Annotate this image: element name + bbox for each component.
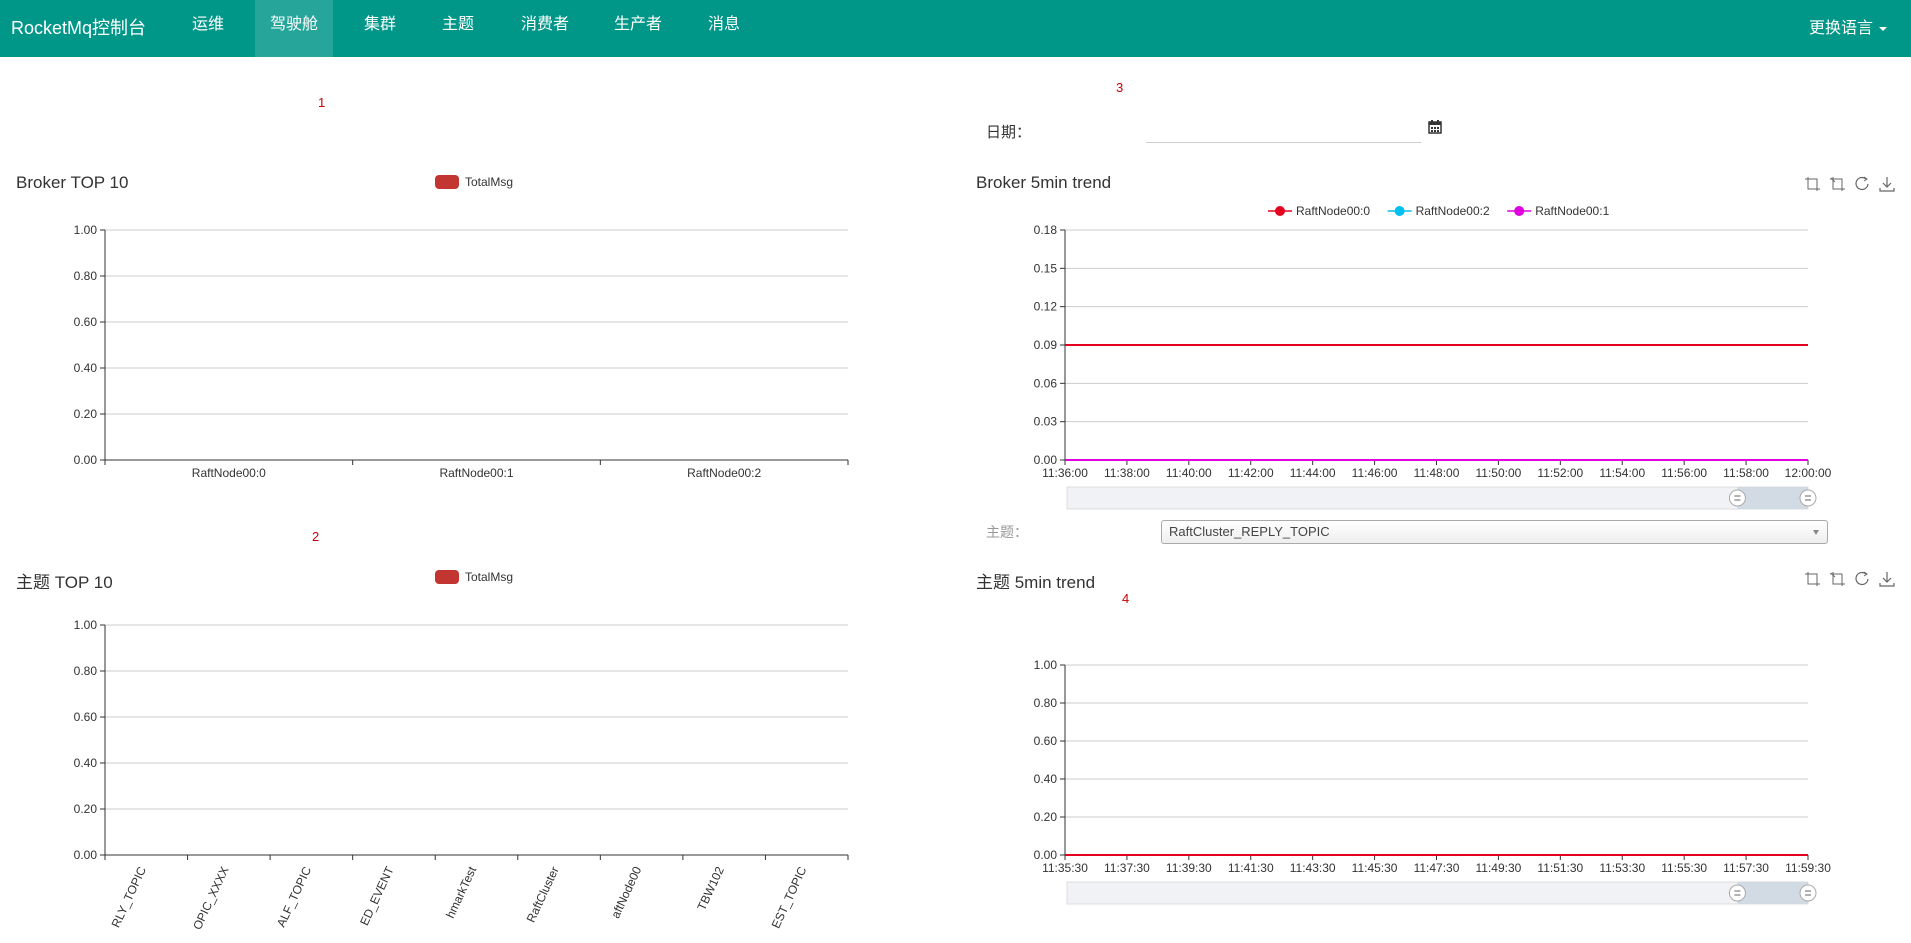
x-tick-label: 11:51:30 [1537, 861, 1583, 875]
topic-trend-chart: 0.00 0.20 0.40 0.60 0.80 1.00 11:35:30 11:37:30… [1034, 658, 1831, 905]
x-tick-label: 11:57:30 [1723, 861, 1769, 875]
x-tick-label: 11:35:30 [1042, 861, 1088, 875]
y-tick-label: 0.40 [1034, 772, 1058, 786]
x-tick-label: 11:45:30 [1352, 861, 1398, 875]
x-tick-label: 11:41:30 [1228, 861, 1274, 875]
x-tick-label: 11:49:30 [1476, 861, 1522, 875]
y-tick-label: 0.60 [1034, 734, 1058, 748]
x-tick-label: 11:55:30 [1661, 861, 1707, 875]
y-tick-label: 0.00 [1034, 848, 1058, 862]
x-tick-label: 11:43:30 [1290, 861, 1336, 875]
datazoom-handle [1799, 884, 1817, 902]
x-tick-label: 11:59:30 [1785, 861, 1831, 875]
x-tick-label: 11:39:30 [1166, 861, 1212, 875]
y-tick-label: 0.80 [1034, 696, 1058, 710]
x-tick-label: 11:53:30 [1599, 861, 1645, 875]
datazoom-window [1737, 882, 1808, 904]
y-tick-label: 0.20 [1034, 810, 1058, 824]
datazoom-handle [1728, 884, 1746, 902]
y-tick-label: 1.00 [1034, 658, 1058, 672]
x-tick-label: 11:37:30 [1104, 861, 1150, 875]
datazoom-track [1066, 881, 1809, 905]
x-tick-label: 11:47:30 [1414, 861, 1460, 875]
